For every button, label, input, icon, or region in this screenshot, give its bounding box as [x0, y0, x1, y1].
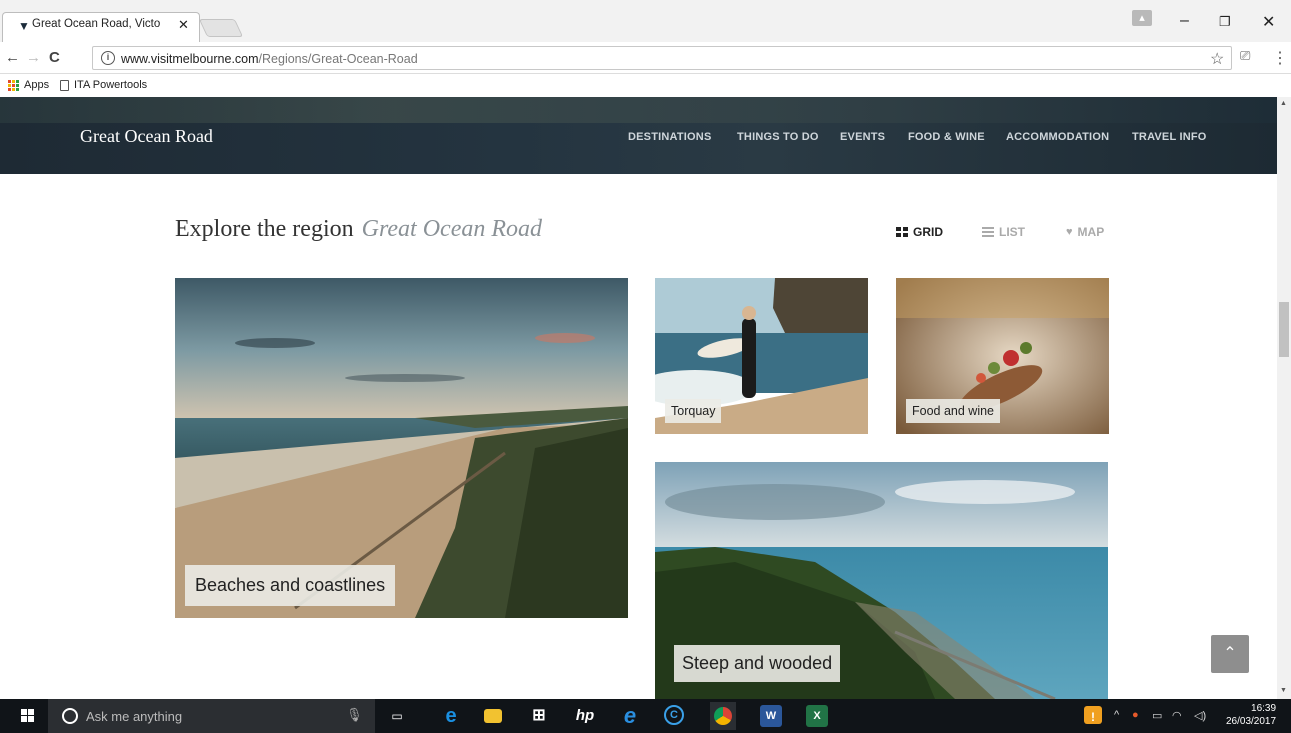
- address-bar[interactable]: i www.visitmelbourne.com/Regions/Great-O…: [92, 46, 1232, 70]
- site-favicon-icon: ▼: [18, 19, 30, 33]
- scroll-up-arrow-icon[interactable]: ▲: [1280, 100, 1287, 107]
- scroll-down-arrow-icon[interactable]: ▼: [1280, 687, 1287, 694]
- cortana-search-box[interactable]: Ask me anything 🎙: [48, 699, 375, 733]
- cast-icon[interactable]: ⎚: [1240, 48, 1250, 64]
- nav-events[interactable]: EVENTS: [840, 131, 885, 143]
- nav-things-to-do[interactable]: THINGS TO DO: [737, 131, 819, 143]
- bookmark-ita-powertools[interactable]: ITA Powertools: [60, 79, 147, 91]
- show-hidden-icons-icon[interactable]: ^: [1114, 709, 1119, 721]
- nav-food-wine[interactable]: FOOD & WINE: [908, 131, 985, 143]
- tile-label: Torquay: [665, 399, 722, 423]
- tile-food-and-wine[interactable]: Food and wine: [896, 278, 1109, 434]
- list-icon: [982, 227, 994, 237]
- new-tab-button[interactable]: [198, 19, 244, 37]
- view-list-button[interactable]: LIST: [982, 225, 1025, 239]
- store-icon[interactable]: ⊞: [528, 705, 550, 727]
- tile-label: Beaches and coastlines: [185, 565, 396, 606]
- menu-icon[interactable]: ⋮: [1272, 48, 1288, 68]
- task-view-icon[interactable]: ▭: [386, 705, 408, 727]
- wifi-icon[interactable]: ◠: [1172, 709, 1182, 722]
- url-text[interactable]: www.visitmelbourne.com/Regions/Great-Oce…: [121, 52, 418, 66]
- notification-alert-icon[interactable]: !: [1084, 706, 1102, 724]
- bookmarks-bar: Apps ITA Powertools: [0, 75, 1291, 97]
- site-logo[interactable]: Great Ocean Road: [80, 126, 213, 147]
- nav-accommodation[interactable]: ACCOMMODATION: [1006, 131, 1109, 143]
- hp-icon[interactable]: hp: [574, 705, 596, 727]
- tab-title[interactable]: Great Ocean Road, Victo: [32, 18, 172, 30]
- internet-explorer-icon[interactable]: e: [619, 705, 641, 727]
- view-map-button[interactable]: ♥ MAP: [1066, 225, 1104, 239]
- site-header: Great Ocean Road DESTINATIONS THINGS TO …: [0, 97, 1277, 174]
- header-background-image: [0, 97, 1277, 123]
- browser-tab-bar: ▼ Great Ocean Road, Victo ✕ ▴ – ❐ ✕: [0, 0, 1291, 42]
- nav-travel-info[interactable]: TRAVEL INFO: [1132, 131, 1207, 143]
- reload-icon[interactable]: C: [49, 49, 60, 66]
- tile-label: Food and wine: [906, 399, 1001, 423]
- tab-close-icon[interactable]: ✕: [178, 17, 189, 33]
- tile-label: Steep and wooded: [674, 645, 841, 682]
- back-to-top-button[interactable]: ⌃: [1211, 635, 1249, 673]
- info-icon[interactable]: i: [101, 51, 115, 65]
- close-window-button[interactable]: ✕: [1262, 12, 1275, 32]
- page-viewport: Great Ocean Road DESTINATIONS THINGS TO …: [0, 97, 1277, 699]
- battery-icon[interactable]: ▭: [1152, 709, 1162, 722]
- microphone-icon[interactable]: 🎙: [346, 707, 363, 723]
- excel-icon[interactable]: X: [806, 705, 828, 727]
- tray-app-icon[interactable]: ●: [1132, 709, 1139, 721]
- edge-icon[interactable]: e: [440, 705, 462, 727]
- tile-torquay[interactable]: Torquay: [655, 278, 868, 434]
- nav-destinations[interactable]: DESTINATIONS: [628, 131, 711, 143]
- file-explorer-icon[interactable]: [484, 709, 502, 723]
- region-name: Great Ocean Road: [361, 216, 543, 242]
- profile-icon[interactable]: ▴: [1132, 10, 1152, 26]
- windows-taskbar: Ask me anything 🎙 ▭ e ⊞ hp e C W X ! ^ ●…: [0, 699, 1291, 733]
- volume-icon[interactable]: ◁): [1194, 709, 1206, 722]
- apps-grid-icon: [8, 79, 19, 91]
- view-grid-button[interactable]: GRID: [896, 225, 943, 239]
- cortana-icon: [62, 708, 78, 724]
- bookmark-apps[interactable]: Apps: [8, 79, 49, 91]
- back-icon[interactable]: ←: [5, 49, 20, 66]
- page-title: Explore the region Great Ocean Road: [175, 216, 543, 242]
- tile-steep-and-wooded[interactable]: Steep and wooded: [655, 462, 1108, 699]
- minimize-button[interactable]: –: [1180, 12, 1189, 30]
- bookmark-star-icon[interactable]: ☆: [1210, 49, 1224, 69]
- word-icon[interactable]: W: [760, 705, 782, 727]
- browser-toolbar: ← → C i www.visitmelbourne.com/Regions/G…: [0, 42, 1291, 74]
- page-scrollbar[interactable]: ▲ ▼: [1277, 97, 1291, 699]
- chrome-icon: [714, 707, 732, 725]
- scrollbar-thumb[interactable]: [1279, 302, 1289, 357]
- system-clock[interactable]: 16:39 26/03/2017: [1226, 702, 1276, 728]
- grid-icon: [896, 227, 908, 237]
- restore-button[interactable]: ❐: [1219, 14, 1231, 30]
- tile-beaches-and-coastlines[interactable]: Beaches and coastlines: [175, 278, 628, 618]
- chrome-taskbar-button[interactable]: [710, 702, 736, 730]
- windows-start-icon[interactable]: [21, 709, 34, 722]
- chevron-up-icon: ⌃: [1223, 645, 1237, 662]
- page-icon: [60, 79, 69, 91]
- map-pin-icon: ♥: [1066, 226, 1073, 238]
- forward-icon[interactable]: →: [26, 49, 41, 66]
- cyberlink-icon[interactable]: C: [664, 705, 684, 725]
